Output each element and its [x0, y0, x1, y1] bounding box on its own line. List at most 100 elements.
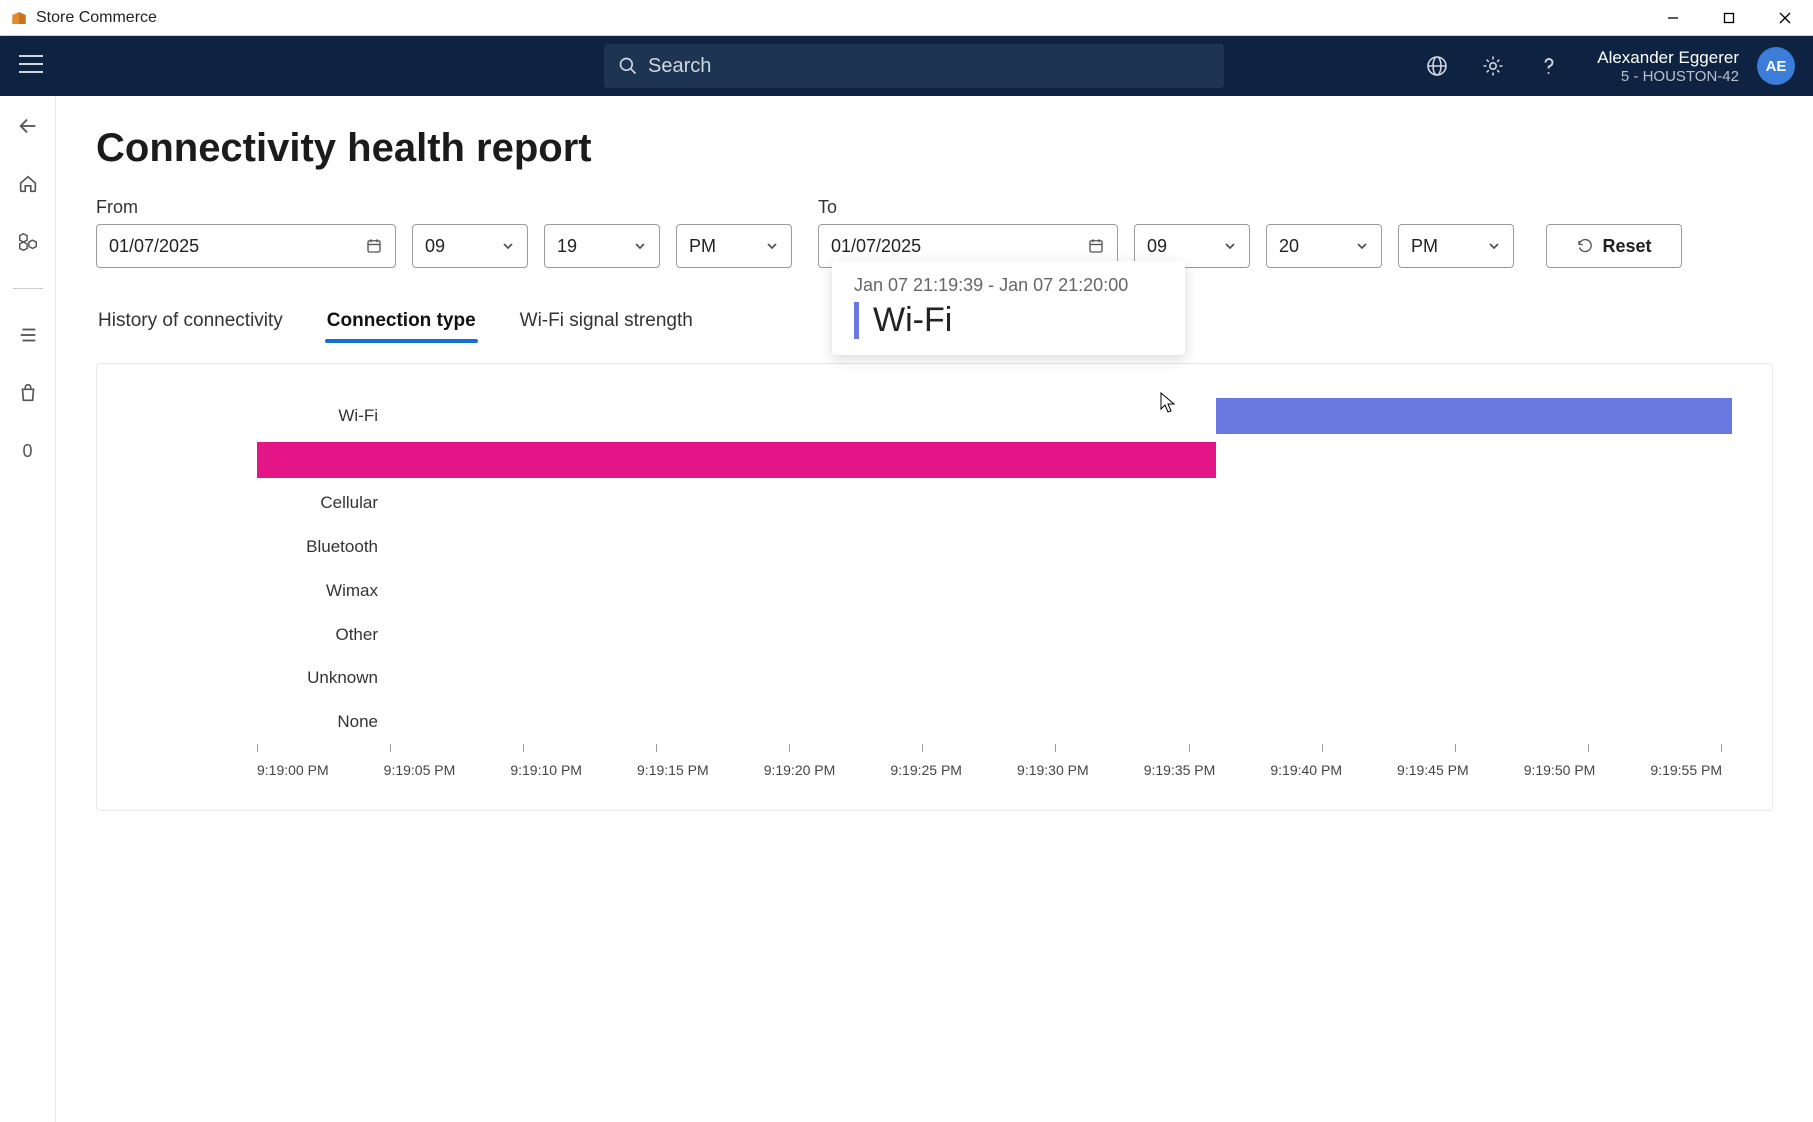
to-hour-value: 09: [1147, 236, 1167, 257]
rail-bag-button[interactable]: [16, 381, 40, 405]
x-tick-mark: [523, 744, 524, 754]
to-ampm-select[interactable]: PM: [1398, 224, 1514, 268]
rail-boxes-button[interactable]: [16, 230, 40, 254]
tab-connection-type[interactable]: Connection type: [325, 304, 478, 342]
help-icon: [1537, 54, 1561, 78]
x-tick-label: 9:19:25 PM: [890, 762, 962, 778]
hamburger-menu-button[interactable]: [18, 54, 64, 79]
x-tick-label: 9:19:40 PM: [1270, 762, 1342, 778]
from-minute-select[interactable]: 19: [544, 224, 660, 268]
chevron-down-icon: [1223, 239, 1237, 253]
to-label: To: [818, 197, 1118, 218]
chart-bar[interactable]: [257, 442, 1216, 478]
app-icon: [10, 9, 28, 27]
rail-count-value: 0: [22, 441, 32, 462]
list-icon: [17, 324, 39, 346]
help-button[interactable]: [1531, 48, 1567, 84]
x-tick-label: 9:19:45 PM: [1397, 762, 1469, 778]
page-title: Connectivity health report: [96, 126, 1773, 171]
x-tick-label: 9:19:20 PM: [764, 762, 836, 778]
connection-type-chart[interactable]: Wi-Fi Ethernet Cellular BluetoothWimax Other…: [117, 394, 1752, 794]
x-tick-mark: [656, 744, 657, 754]
globe-button[interactable]: [1419, 48, 1455, 84]
from-minute-value: 19: [557, 236, 577, 257]
back-arrow-icon: [17, 115, 39, 137]
window-titlebar: Store Commerce: [0, 0, 1813, 36]
chart-tooltip: Jan 07 21:19:39 - Jan 07 21:20:00 Wi-Fi: [832, 261, 1185, 355]
settings-button[interactable]: [1475, 48, 1511, 84]
x-tick-label: 9:19:35 PM: [1144, 762, 1216, 778]
from-ampm-select[interactable]: PM: [676, 224, 792, 268]
tooltip-series-name: Wi-Fi: [854, 302, 1163, 339]
chart-row: Other: [257, 613, 1732, 657]
x-tick-label: 9:19:30 PM: [1017, 762, 1089, 778]
chart-row: Bluetooth: [257, 525, 1732, 569]
x-tick-mark: [1455, 744, 1456, 754]
x-tick-label: 9:19:50 PM: [1524, 762, 1596, 778]
reset-icon: [1576, 237, 1594, 255]
avatar[interactable]: AE: [1757, 47, 1795, 85]
app-title: Store Commerce: [36, 9, 1645, 27]
x-tick-label: 9:19:10 PM: [510, 762, 582, 778]
reset-button[interactable]: Reset: [1546, 224, 1682, 268]
rail-count: 0: [16, 439, 40, 463]
chart-row: Cellular: [257, 482, 1732, 526]
home-icon: [17, 173, 39, 195]
from-hour-value: 09: [425, 236, 445, 257]
reset-label: Reset: [1602, 236, 1651, 257]
chart-row: Unknown: [257, 657, 1732, 701]
to-date-value: 01/07/2025: [831, 236, 921, 257]
mouse-cursor-icon: [1160, 392, 1176, 414]
chart-row: Wimax: [257, 569, 1732, 613]
user-subtitle: 5 - HOUSTON-42: [1597, 68, 1739, 85]
tab-wifi-strength[interactable]: Wi-Fi signal strength: [518, 304, 695, 342]
x-tick-mark: [390, 744, 391, 754]
chevron-down-icon: [501, 239, 515, 253]
from-ampm-value: PM: [689, 236, 716, 257]
global-search-input[interactable]: Search: [604, 44, 1224, 88]
chart-row-label: Other: [262, 625, 392, 645]
chart-row: Ethernet: [257, 438, 1732, 482]
x-tick-mark: [1189, 744, 1190, 754]
chevron-down-icon: [1487, 239, 1501, 253]
chart-row-label: Wi-Fi: [262, 406, 392, 426]
chart-row-label: Cellular: [262, 493, 392, 513]
user-info-block[interactable]: Alexander Eggerer 5 - HOUSTON-42: [1597, 48, 1739, 85]
window-maximize-button[interactable]: [1701, 0, 1757, 36]
rail-list-button[interactable]: [16, 323, 40, 347]
to-ampm-value: PM: [1411, 236, 1438, 257]
tab-history[interactable]: History of connectivity: [96, 304, 285, 342]
chart-row: None: [257, 700, 1732, 744]
chevron-down-icon: [765, 239, 779, 253]
from-hour-select[interactable]: 09: [412, 224, 528, 268]
from-label: From: [96, 197, 396, 218]
rail-back-button[interactable]: [16, 114, 40, 138]
x-tick-label: 9:19:05 PM: [384, 762, 456, 778]
rail-home-button[interactable]: [16, 172, 40, 196]
x-tick-mark: [1721, 744, 1722, 754]
search-placeholder: Search: [648, 55, 711, 78]
top-navbar: Search Alexander Eggerer 5 - HOUSTON-42 …: [0, 36, 1813, 96]
chart-row: Wi-Fi: [257, 394, 1732, 438]
x-tick-label: 9:19:00 PM: [257, 762, 329, 778]
calendar-icon: [1087, 237, 1105, 255]
chart-bar[interactable]: [1216, 398, 1732, 434]
x-tick-mark: [922, 744, 923, 754]
chart-row-label: Unknown: [262, 668, 392, 688]
user-name: Alexander Eggerer: [1597, 48, 1739, 68]
from-date-value: 01/07/2025: [109, 236, 199, 257]
tooltip-range: Jan 07 21:19:39 - Jan 07 21:20:00: [854, 275, 1163, 296]
globe-icon: [1425, 54, 1449, 78]
window-close-button[interactable]: [1757, 0, 1813, 36]
x-tick-mark: [257, 744, 258, 754]
chart-row-label: None: [262, 712, 392, 732]
filter-bar: From 01/07/2025 09 19 PM To: [96, 197, 1773, 268]
x-tick-mark: [1322, 744, 1323, 754]
to-minute-select[interactable]: 20: [1266, 224, 1382, 268]
from-date-input[interactable]: 01/07/2025: [96, 224, 396, 268]
window-minimize-button[interactable]: [1645, 0, 1701, 36]
search-icon: [618, 56, 638, 76]
chevron-down-icon: [633, 239, 647, 253]
x-tick-mark: [1588, 744, 1589, 754]
calendar-icon: [365, 237, 383, 255]
